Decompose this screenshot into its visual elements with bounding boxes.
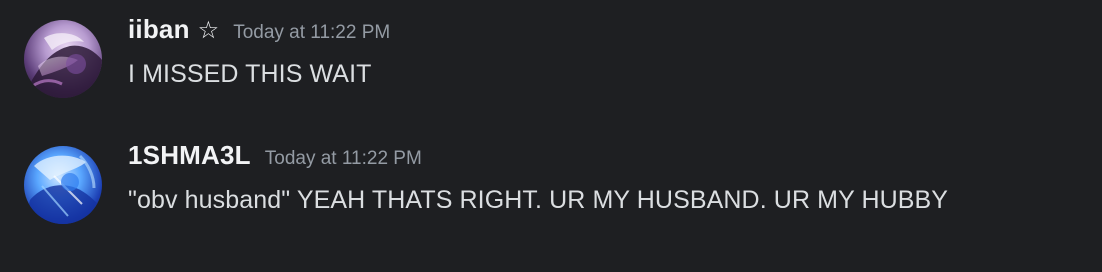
username[interactable]: 1SHMA3L (128, 140, 251, 171)
message-header: iiban ☆ Today at 11:22 PM (128, 14, 390, 54)
message-content: I MISSED THIS WAIT (128, 60, 372, 88)
message-content: "obv husband" YEAH THATS RIGHT. UR MY HU… (128, 186, 949, 214)
user-avatar-icon[interactable] (24, 146, 102, 224)
message-timestamp: Today at 11:22 PM (233, 22, 391, 43)
username[interactable]: iiban (128, 14, 190, 45)
chat-message-list: iiban ☆ Today at 11:22 PM I MISSED THIS … (0, 0, 1102, 272)
message-timestamp: Today at 11:22 PM (264, 148, 422, 169)
star-icon[interactable]: ☆ (198, 16, 220, 44)
user-avatar-icon[interactable] (24, 20, 102, 98)
message-header: 1SHMA3L Today at 11:22 PM (128, 140, 422, 180)
